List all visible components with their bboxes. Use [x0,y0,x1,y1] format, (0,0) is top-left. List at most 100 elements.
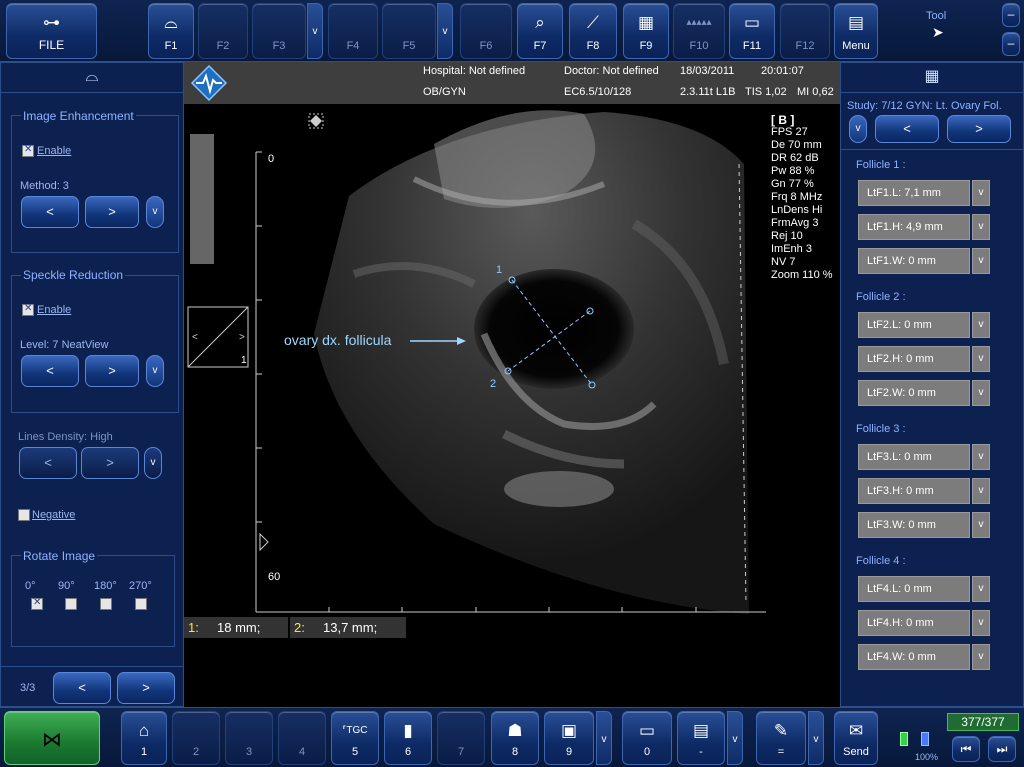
level-dropdown[interactable]: v [146,355,164,387]
page-prev-button[interactable]: < [53,672,111,704]
study-prev-button[interactable]: < [875,115,939,143]
collapse-button[interactable]: – [1002,32,1020,56]
follicle-2-length-dropdown[interactable]: v [972,312,990,338]
follicle-1-width-dropdown[interactable]: v [972,248,990,274]
f1-button[interactable]: ⌓ F1 [148,3,194,59]
method-next-button[interactable]: > [85,196,139,228]
measurement-2-label: 2: [294,620,305,635]
follicle-3-width-dropdown[interactable]: v [972,512,990,538]
send-button[interactable]: ✉ Send [834,711,878,765]
follicle-2-height[interactable]: LtF2.H: 0 mm [858,346,970,372]
caliper-1-marker: 1 [496,264,503,276]
key-1-button[interactable]: ⌂ 1 [121,711,167,765]
key-equals-button[interactable]: ✎ = [756,711,806,765]
key-9-dropdown[interactable]: v [596,711,612,765]
f7-button[interactable]: ⌕ F7 [517,3,563,59]
follicle-3-length[interactable]: LtF3.L: 0 mm [858,444,970,470]
tgc-icon: ⸢TGC [342,725,368,736]
f12-button[interactable]: F12 [780,3,830,59]
follicle-4-width[interactable]: LtF4.W: 0 mm [858,644,970,670]
follicle-1-title: Follicle 1 : [856,159,906,171]
svg-text:<: < [192,332,198,343]
follicle-4-length[interactable]: LtF4.L: 0 mm [858,576,970,602]
follicle-1-height-dropdown[interactable]: v [972,214,990,240]
battery-green-icon [900,732,908,746]
f3-button[interactable]: F3 [252,3,306,59]
page-indicator: 3/3 [20,682,36,694]
rotate-0-checkbox[interactable] [31,597,43,610]
f8-button[interactable]: ⟋ F8 [569,3,617,59]
f3-dropdown[interactable]: v [307,3,323,59]
f6-button[interactable]: F6 [460,3,512,59]
annotation-text: ovary dx. follicula [284,332,392,348]
study-dropdown[interactable]: v [849,115,867,143]
follicle-3-length-dropdown[interactable]: v [972,444,990,470]
follicle-4-height-dropdown[interactable]: v [972,610,990,636]
follicle-4-length-dropdown[interactable]: v [972,576,990,602]
f5-button[interactable]: F5 [382,3,436,59]
negative-checkbox[interactable] [18,509,30,521]
rotate-270-checkbox[interactable] [135,598,147,610]
method-dropdown[interactable]: v [146,196,164,228]
key-9-button[interactable]: ▣ 9 [544,711,594,765]
level-prev-button[interactable]: < [21,355,79,387]
key-8-button[interactable]: ☗ 8 [491,711,539,765]
key-3-button[interactable]: 3 [225,711,273,765]
key-0-button[interactable]: ▭ 0 [622,711,672,765]
key-minus-button[interactable]: ▤ - [677,711,725,765]
follicle-4-width-dropdown[interactable]: v [972,644,990,670]
follicle-1-width[interactable]: LtF1.W: 0 mm [858,248,970,274]
f4-button[interactable]: F4 [328,3,378,59]
f2-button[interactable]: F2 [198,3,248,59]
key-7-button[interactable]: 7 [437,711,485,765]
menu-button[interactable]: ▤ Menu [834,3,878,59]
freeze-button[interactable]: ⋈ [4,711,100,765]
follicle-1-height[interactable]: LtF1.H: 4,9 mm [858,214,970,240]
density-next-button[interactable]: > [81,447,139,479]
key-2-button[interactable]: 2 [172,711,220,765]
enhancement-enable-checkbox[interactable] [22,144,34,157]
last-image-button[interactable]: ⏭ [988,736,1016,762]
right-panel: ▦ Study: 7/12 GYN: Lt. Ovary Fol. v < > … [840,62,1024,707]
follicle-2-length[interactable]: LtF2.L: 0 mm [858,312,970,338]
follicle-4-height[interactable]: LtF4.H: 0 mm [858,610,970,636]
method-prev-button[interactable]: < [21,196,79,228]
page-next-button[interactable]: > [117,672,175,704]
density-dropdown[interactable]: v [144,447,162,479]
key-minus-dropdown[interactable]: v [727,711,743,765]
mode-label: [ B ] [771,113,795,127]
f11-button[interactable]: ▭ F11 [729,3,775,59]
f9-button[interactable]: ▦ F9 [623,3,669,59]
f10-button[interactable]: ▴▴▴▴▴ F10 [673,3,725,59]
rotate-180-checkbox[interactable] [100,598,112,610]
follicle-3-width[interactable]: LtF3.W: 0 mm [858,512,970,538]
follicle-2-height-dropdown[interactable]: v [972,346,990,372]
method-label: Method: 3 [20,180,69,192]
key-equals-dropdown[interactable]: v [808,711,824,765]
study-next-button[interactable]: > [947,115,1011,143]
file-button[interactable]: ⊶ FILE [6,3,97,59]
minimize-button[interactable]: – [1002,3,1020,27]
shape-header-button[interactable]: ⌓ [1,63,183,93]
follicle-3-height[interactable]: LtF3.H: 0 mm [858,478,970,504]
image-area[interactable]: < > 0 60 1 ovary dx. follicula 1 2 [ B ]… [184,104,840,707]
f5-dropdown[interactable]: v [437,3,453,59]
level-next-button[interactable]: > [85,355,139,387]
cursor-icon: ➤ [932,24,944,40]
key-5-button[interactable]: ⸢TGC 5 [331,711,379,765]
follicle-3-height-dropdown[interactable]: v [972,478,990,504]
density-prev-button[interactable]: < [19,447,77,479]
follicle-1-length[interactable]: LtF1.L: 7,1 mm [858,180,970,206]
key-4-button[interactable]: 4 [278,711,326,765]
follicle-1-length-dropdown[interactable]: v [972,180,990,206]
speckle-enable-checkbox[interactable] [22,303,34,316]
calculator-header-button[interactable]: ▦ [841,63,1023,93]
depth-bottom-label: 60 [268,571,281,583]
first-image-button[interactable]: ⏮ [952,736,980,762]
follicle-2-width[interactable]: LtF2.W: 0 mm [858,380,970,406]
rotate-90-checkbox[interactable] [65,598,77,610]
key-6-button[interactable]: ▮ 6 [384,711,432,765]
tis-text: TIS 1,02 [745,86,787,98]
enhancement-enable-label: Enable [37,145,72,157]
follicle-2-width-dropdown[interactable]: v [972,380,990,406]
